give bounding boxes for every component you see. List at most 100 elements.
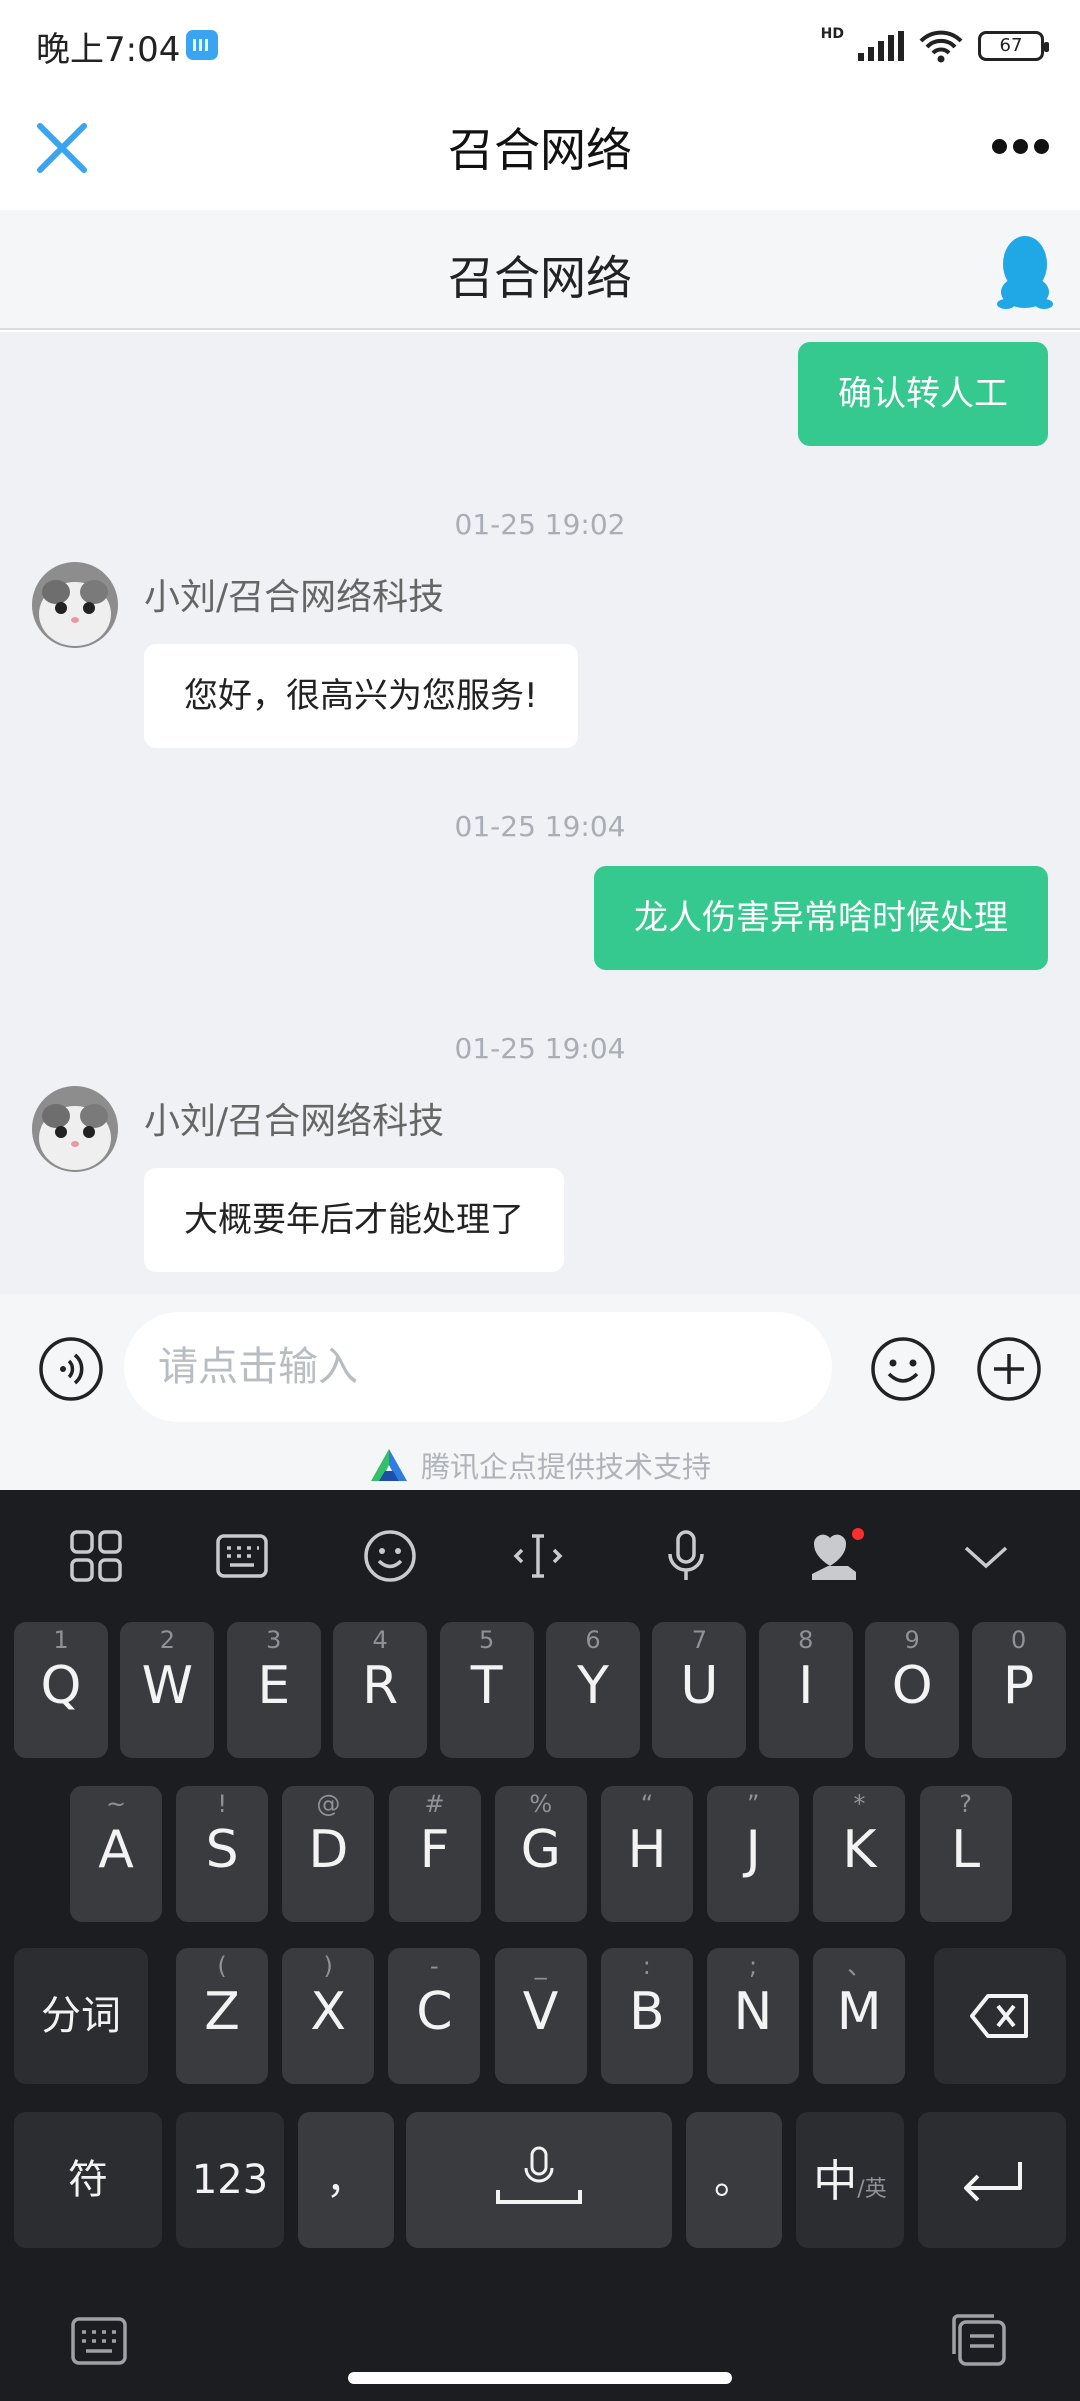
keyboard-switch-icon[interactable]: [70, 2316, 128, 2366]
outgoing-message[interactable]: 龙人伤害异常啥时候处理: [594, 866, 1048, 970]
key-c[interactable]: -C: [388, 1948, 481, 2084]
key-j[interactable]: ” J: [707, 1786, 800, 1922]
care-mode-icon[interactable]: [804, 1526, 864, 1586]
emoji-icon[interactable]: [870, 1336, 936, 1402]
key-secondary-label: @: [316, 1790, 341, 1818]
key-secondary-label: ~: [105, 1790, 127, 1818]
input-bar: 腾讯企点提供技术支持: [0, 1294, 1080, 1490]
qq-penguin-icon[interactable]: [996, 232, 1054, 310]
key-i[interactable]: 8I: [758, 1622, 853, 1758]
key-label: W: [141, 1656, 194, 1716]
symbols-key[interactable]: 符: [14, 2112, 162, 2248]
cat-avatar-icon: [32, 562, 118, 648]
key-k[interactable]: * K: [813, 1786, 906, 1922]
sender-name: 小刘/召合网络科技: [144, 1101, 445, 1142]
comma-key[interactable]: ，: [298, 2112, 394, 2248]
message-timestamp: 01-25 19:02: [454, 508, 626, 541]
home-indicator[interactable]: [348, 2372, 732, 2384]
key-p[interactable]: 0P: [971, 1622, 1066, 1758]
key-secondary-label: -: [430, 1952, 439, 1980]
key-label: R: [362, 1656, 399, 1716]
key-x[interactable]: ) X: [282, 1948, 375, 2084]
incoming-message[interactable]: 您好，很高兴为您服务!: [144, 644, 578, 748]
hd-label: HD: [820, 26, 844, 42]
cat-avatar-icon: [32, 1086, 118, 1172]
segment-key[interactable]: 分词: [14, 1948, 148, 2084]
message-timestamp: 01-25 19:04: [454, 1032, 626, 1065]
key-d[interactable]: @ D: [282, 1786, 375, 1922]
key-h[interactable]: “H: [601, 1786, 693, 1922]
key-e[interactable]: 3E: [226, 1622, 321, 1758]
key-label: Z: [204, 1982, 240, 2042]
key-z[interactable]: (Z: [176, 1948, 268, 2084]
space-microphone-icon: [496, 2146, 582, 2204]
key-label: C: [416, 1982, 453, 2042]
key-g[interactable]: % G: [494, 1786, 587, 1922]
wifi-icon: [919, 30, 963, 63]
numbers-key[interactable]: 123: [176, 2112, 284, 2248]
key-b[interactable]: :B: [600, 1948, 693, 2084]
language-switch-key[interactable]: 中/英: [796, 2112, 904, 2248]
keyboard-notification-icon: [186, 30, 218, 60]
key-l[interactable]: ? L: [919, 1786, 1012, 1922]
message-list[interactable]: 确认转人工 01-25 19:02 小刘/召合网络科技 您好，很高兴为您服务! …: [0, 332, 1080, 1294]
key-secondary-label: 4: [372, 1626, 388, 1654]
key-label: U: [680, 1656, 719, 1716]
key-label: I: [798, 1656, 814, 1716]
cursor-move-icon[interactable]: [508, 1526, 568, 1586]
signal-icon: [858, 31, 904, 61]
key-label: Q: [40, 1656, 82, 1716]
backspace-key[interactable]: [934, 1948, 1066, 2084]
period-key[interactable]: 。: [686, 2112, 782, 2248]
key-v[interactable]: _ V: [494, 1948, 587, 2084]
enter-key[interactable]: [918, 2112, 1066, 2248]
key-w[interactable]: 2W: [120, 1622, 215, 1758]
outgoing-message[interactable]: 确认转人工: [798, 342, 1048, 446]
key-f[interactable]: # F: [388, 1786, 481, 1922]
key-t[interactable]: 5T: [439, 1622, 534, 1758]
more-icon[interactable]: [988, 126, 1052, 166]
key-q[interactable]: 1Q: [14, 1622, 108, 1758]
emoji-icon[interactable]: [360, 1526, 420, 1586]
key-secondary-label: ?: [959, 1790, 972, 1818]
avatar[interactable]: [32, 562, 118, 648]
key-secondary-label: (: [217, 1952, 227, 1980]
page-title: 召合网络: [448, 123, 632, 177]
clipboard-icon[interactable]: [950, 2312, 1008, 2368]
message-input[interactable]: [124, 1312, 832, 1422]
key-y[interactable]: 6Y: [546, 1622, 640, 1758]
key-secondary-label: :: [642, 1952, 651, 1980]
key-secondary-label: “: [640, 1790, 654, 1818]
keyboard-toolbar: [0, 1490, 1080, 1620]
key-secondary-label: *: [853, 1790, 866, 1818]
incoming-message[interactable]: 大概要年后才能处理了: [144, 1168, 564, 1272]
key-label: D: [308, 1820, 349, 1880]
key-m[interactable]: 、 M: [813, 1948, 906, 2084]
key-secondary-label: %: [529, 1790, 553, 1818]
microphone-icon[interactable]: [656, 1526, 716, 1586]
key-secondary-label: 0: [1010, 1626, 1027, 1654]
backspace-icon: [970, 1994, 1028, 2038]
key-label: S: [205, 1820, 239, 1880]
space-key[interactable]: [406, 2112, 672, 2248]
key-a[interactable]: ~ A: [70, 1786, 162, 1922]
avatar[interactable]: [32, 1086, 118, 1172]
voice-icon[interactable]: [38, 1336, 104, 1402]
apps-grid-icon[interactable]: [66, 1526, 126, 1586]
chevron-down-icon[interactable]: [956, 1526, 1016, 1586]
key-label: H: [627, 1820, 667, 1880]
key-s[interactable]: ! S: [176, 1786, 269, 1922]
key-secondary-label: 5: [478, 1626, 495, 1654]
lang-main-label: 中: [813, 2156, 858, 2207]
key-secondary-label: ;: [748, 1952, 758, 1980]
keyboard-layout-icon[interactable]: [212, 1526, 272, 1586]
qidian-logo-icon: [370, 1449, 407, 1481]
key-r[interactable]: 4R: [333, 1622, 428, 1758]
key-u[interactable]: 7U: [652, 1622, 747, 1758]
key-secondary-label: 8: [798, 1626, 814, 1654]
key-secondary-label: 1: [53, 1626, 69, 1654]
status-time: 晚上7:04: [36, 30, 181, 70]
key-n[interactable]: ; N: [707, 1948, 799, 2084]
plus-icon[interactable]: [976, 1336, 1042, 1402]
key-o[interactable]: 9O: [865, 1622, 960, 1758]
